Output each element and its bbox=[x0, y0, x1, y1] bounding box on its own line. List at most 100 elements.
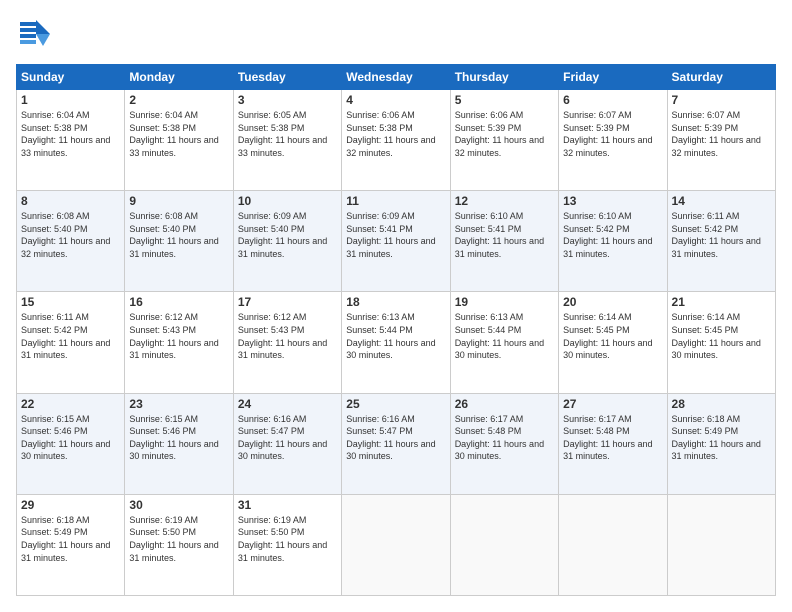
day-number: 29 bbox=[21, 498, 120, 512]
day-info: Sunrise: 6:07 AMSunset: 5:39 PMDaylight:… bbox=[563, 110, 652, 158]
day-info: Sunrise: 6:06 AMSunset: 5:39 PMDaylight:… bbox=[455, 110, 544, 158]
day-number: 1 bbox=[21, 93, 120, 107]
day-info: Sunrise: 6:16 AMSunset: 5:47 PMDaylight:… bbox=[346, 414, 435, 462]
weekday-header-monday: Monday bbox=[125, 65, 233, 90]
calendar-cell bbox=[342, 494, 450, 595]
calendar-cell: 25 Sunrise: 6:16 AMSunset: 5:47 PMDayligh… bbox=[342, 393, 450, 494]
calendar-cell: 18 Sunrise: 6:13 AMSunset: 5:44 PMDayligh… bbox=[342, 292, 450, 393]
day-number: 8 bbox=[21, 194, 120, 208]
calendar-cell: 7 Sunrise: 6:07 AMSunset: 5:39 PMDaylight… bbox=[667, 90, 775, 191]
calendar-cell: 15 Sunrise: 6:11 AMSunset: 5:42 PMDayligh… bbox=[17, 292, 125, 393]
calendar-cell bbox=[667, 494, 775, 595]
calendar-cell: 6 Sunrise: 6:07 AMSunset: 5:39 PMDaylight… bbox=[559, 90, 667, 191]
day-info: Sunrise: 6:13 AMSunset: 5:44 PMDaylight:… bbox=[346, 312, 435, 360]
calendar-cell: 12 Sunrise: 6:10 AMSunset: 5:41 PMDayligh… bbox=[450, 191, 558, 292]
day-number: 22 bbox=[21, 397, 120, 411]
logo-icon bbox=[16, 16, 54, 54]
day-info: Sunrise: 6:14 AMSunset: 5:45 PMDaylight:… bbox=[563, 312, 652, 360]
calendar-cell: 29Sunrise: 6:18 AMSunset: 5:49 PMDayligh… bbox=[17, 494, 125, 595]
day-info: Sunrise: 6:11 AMSunset: 5:42 PMDaylight:… bbox=[21, 312, 110, 360]
calendar-cell: 9Sunrise: 6:08 AMSunset: 5:40 PMDaylight… bbox=[125, 191, 233, 292]
day-info: Sunrise: 6:18 AMSunset: 5:49 PMDaylight:… bbox=[672, 414, 761, 462]
weekday-header-sunday: Sunday bbox=[17, 65, 125, 90]
day-number: 9 bbox=[129, 194, 228, 208]
calendar-cell: 27Sunrise: 6:17 AMSunset: 5:48 PMDayligh… bbox=[559, 393, 667, 494]
day-number: 19 bbox=[455, 295, 554, 309]
calendar-cell: 20 Sunrise: 6:14 AMSunset: 5:45 PMDayligh… bbox=[559, 292, 667, 393]
day-number: 5 bbox=[455, 93, 554, 107]
weekday-header-friday: Friday bbox=[559, 65, 667, 90]
day-info: Sunrise: 6:10 AMSunset: 5:42 PMDaylight:… bbox=[563, 211, 652, 259]
day-number: 25 bbox=[346, 397, 445, 411]
calendar-cell: 10 Sunrise: 6:09 AMSunset: 5:40 PMDayligh… bbox=[233, 191, 341, 292]
day-info: Sunrise: 6:09 AMSunset: 5:40 PMDaylight:… bbox=[238, 211, 327, 259]
day-number: 4 bbox=[346, 93, 445, 107]
day-info: Sunrise: 6:11 AMSunset: 5:42 PMDaylight:… bbox=[672, 211, 761, 259]
day-number: 14 bbox=[672, 194, 771, 208]
day-number: 2 bbox=[129, 93, 228, 107]
page: SundayMondayTuesdayWednesdayThursdayFrid… bbox=[0, 0, 792, 612]
calendar-cell: 16Sunrise: 6:12 AMSunset: 5:43 PMDayligh… bbox=[125, 292, 233, 393]
day-info: Sunrise: 6:15 AMSunset: 5:46 PMDaylight:… bbox=[21, 414, 110, 462]
weekday-header-row: SundayMondayTuesdayWednesdayThursdayFrid… bbox=[17, 65, 776, 90]
day-number: 7 bbox=[672, 93, 771, 107]
day-info: Sunrise: 6:06 AMSunset: 5:38 PMDaylight:… bbox=[346, 110, 435, 158]
day-info: Sunrise: 6:14 AMSunset: 5:45 PMDaylight:… bbox=[672, 312, 761, 360]
day-number: 12 bbox=[455, 194, 554, 208]
day-info: Sunrise: 6:19 AMSunset: 5:50 PMDaylight:… bbox=[129, 515, 218, 563]
day-number: 18 bbox=[346, 295, 445, 309]
day-info: Sunrise: 6:07 AMSunset: 5:39 PMDaylight:… bbox=[672, 110, 761, 158]
day-number: 31 bbox=[238, 498, 337, 512]
calendar-cell: 13 Sunrise: 6:10 AMSunset: 5:42 PMDayligh… bbox=[559, 191, 667, 292]
calendar-cell: 1 Sunrise: 6:04 AMSunset: 5:38 PMDaylight… bbox=[17, 90, 125, 191]
calendar-cell bbox=[559, 494, 667, 595]
calendar-cell bbox=[450, 494, 558, 595]
week-row-2: 8 Sunrise: 6:08 AMSunset: 5:40 PMDaylight… bbox=[17, 191, 776, 292]
calendar-cell: 21Sunrise: 6:14 AMSunset: 5:45 PMDayligh… bbox=[667, 292, 775, 393]
day-info: Sunrise: 6:15 AMSunset: 5:46 PMDaylight:… bbox=[129, 414, 218, 462]
day-number: 10 bbox=[238, 194, 337, 208]
day-number: 23 bbox=[129, 397, 228, 411]
weekday-header-saturday: Saturday bbox=[667, 65, 775, 90]
calendar-cell: 19 Sunrise: 6:13 AMSunset: 5:44 PMDayligh… bbox=[450, 292, 558, 393]
day-info: Sunrise: 6:17 AMSunset: 5:48 PMDaylight:… bbox=[455, 414, 544, 462]
day-number: 17 bbox=[238, 295, 337, 309]
day-info: Sunrise: 6:09 AMSunset: 5:41 PMDaylight:… bbox=[346, 211, 435, 259]
day-number: 28 bbox=[672, 397, 771, 411]
calendar-cell: 5 Sunrise: 6:06 AMSunset: 5:39 PMDaylight… bbox=[450, 90, 558, 191]
calendar-cell: 4 Sunrise: 6:06 AMSunset: 5:38 PMDaylight… bbox=[342, 90, 450, 191]
day-number: 15 bbox=[21, 295, 120, 309]
day-number: 26 bbox=[455, 397, 554, 411]
calendar-cell: 22 Sunrise: 6:15 AMSunset: 5:46 PMDayligh… bbox=[17, 393, 125, 494]
day-number: 3 bbox=[238, 93, 337, 107]
calendar-table: SundayMondayTuesdayWednesdayThursdayFrid… bbox=[16, 64, 776, 596]
day-number: 6 bbox=[563, 93, 662, 107]
week-row-4: 22 Sunrise: 6:15 AMSunset: 5:46 PMDayligh… bbox=[17, 393, 776, 494]
logo bbox=[16, 16, 56, 54]
day-info: Sunrise: 6:13 AMSunset: 5:44 PMDaylight:… bbox=[455, 312, 544, 360]
day-info: Sunrise: 6:04 AMSunset: 5:38 PMDaylight:… bbox=[129, 110, 218, 158]
calendar-cell: 26 Sunrise: 6:17 AMSunset: 5:48 PMDayligh… bbox=[450, 393, 558, 494]
day-info: Sunrise: 6:17 AMSunset: 5:48 PMDaylight:… bbox=[563, 414, 652, 462]
calendar-cell: 3Sunrise: 6:05 AMSunset: 5:38 PMDaylight… bbox=[233, 90, 341, 191]
day-info: Sunrise: 6:12 AMSunset: 5:43 PMDaylight:… bbox=[238, 312, 327, 360]
weekday-header-wednesday: Wednesday bbox=[342, 65, 450, 90]
weekday-header-thursday: Thursday bbox=[450, 65, 558, 90]
calendar-cell: 17 Sunrise: 6:12 AMSunset: 5:43 PMDayligh… bbox=[233, 292, 341, 393]
calendar-cell: 24Sunrise: 6:16 AMSunset: 5:47 PMDayligh… bbox=[233, 393, 341, 494]
day-info: Sunrise: 6:04 AMSunset: 5:38 PMDaylight:… bbox=[21, 110, 110, 158]
day-number: 13 bbox=[563, 194, 662, 208]
calendar-cell: 14 Sunrise: 6:11 AMSunset: 5:42 PMDayligh… bbox=[667, 191, 775, 292]
calendar-cell: 30 Sunrise: 6:19 AMSunset: 5:50 PMDayligh… bbox=[125, 494, 233, 595]
calendar-cell: 2 Sunrise: 6:04 AMSunset: 5:38 PMDaylight… bbox=[125, 90, 233, 191]
day-info: Sunrise: 6:10 AMSunset: 5:41 PMDaylight:… bbox=[455, 211, 544, 259]
weekday-header-tuesday: Tuesday bbox=[233, 65, 341, 90]
day-info: Sunrise: 6:16 AMSunset: 5:47 PMDaylight:… bbox=[238, 414, 327, 462]
day-info: Sunrise: 6:19 AMSunset: 5:50 PMDaylight:… bbox=[238, 515, 327, 563]
day-number: 20 bbox=[563, 295, 662, 309]
day-info: Sunrise: 6:08 AMSunset: 5:40 PMDaylight:… bbox=[21, 211, 110, 259]
calendar-cell: 28 Sunrise: 6:18 AMSunset: 5:49 PMDayligh… bbox=[667, 393, 775, 494]
day-number: 30 bbox=[129, 498, 228, 512]
day-number: 11 bbox=[346, 194, 445, 208]
week-row-3: 15 Sunrise: 6:11 AMSunset: 5:42 PMDayligh… bbox=[17, 292, 776, 393]
